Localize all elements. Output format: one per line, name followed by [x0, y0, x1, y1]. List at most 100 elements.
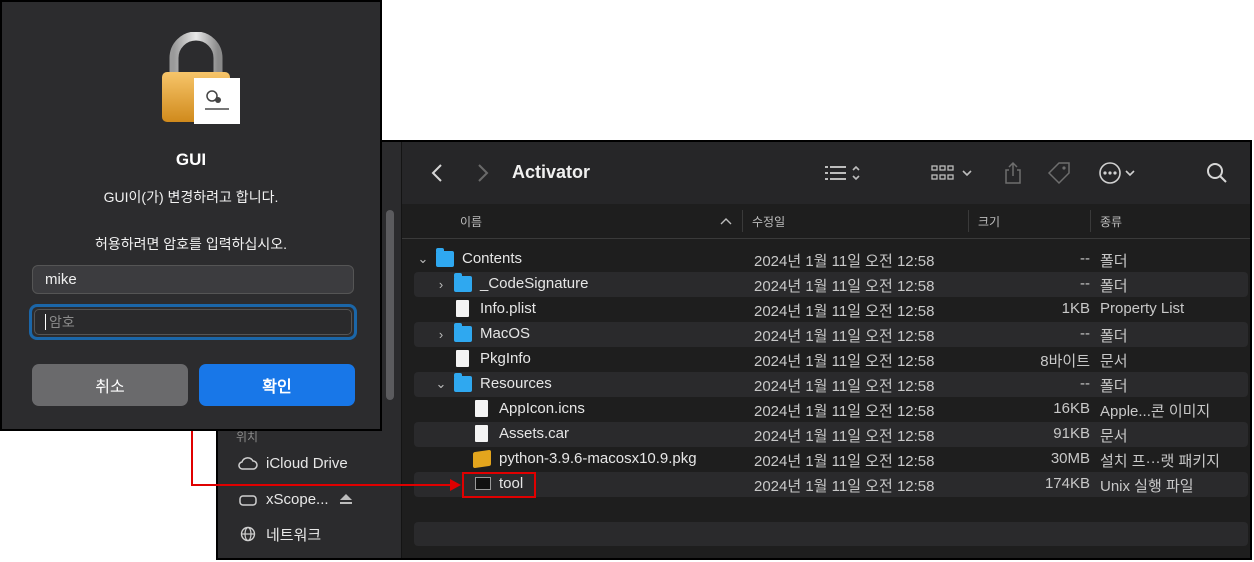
document-icon — [475, 425, 488, 442]
file-name: Resources — [480, 375, 552, 392]
document-icon — [456, 300, 469, 317]
file-size: 8바이트 — [1040, 353, 1090, 370]
share-icon — [1005, 161, 1021, 184]
column-header-size[interactable]: 크기 — [978, 204, 1000, 238]
file-kind: 문서 — [1100, 353, 1128, 370]
dialog-instruction: 허용하려면 암호를 입력하십시오. — [95, 236, 287, 252]
file-size: -- — [1080, 275, 1090, 292]
sidebar-item-icloud-drive[interactable]: iCloud Drive — [238, 450, 348, 476]
text-caret — [45, 314, 46, 330]
file-size: 1KB — [1061, 300, 1090, 317]
file-row-resources[interactable]: ⌄ Resources 2024년 1월 11일 오전 12:58 -- 폴더 — [414, 372, 1248, 397]
file-date: 2024년 1월 11일 오전 12:58 — [754, 453, 935, 470]
search-button[interactable] — [1202, 158, 1232, 188]
column-header-kind[interactable]: 종류 — [1100, 204, 1122, 238]
file-row-appicon[interactable]: AppIcon.icns 2024년 1월 11일 오전 12:58 16KB … — [414, 397, 1248, 422]
file-size: 16KB — [1053, 400, 1090, 417]
file-row-assets-car[interactable]: Assets.car 2024년 1월 11일 오전 12:58 91KB 문서 — [414, 422, 1248, 447]
arrow-head-icon — [450, 479, 461, 491]
file-date: 2024년 1월 11일 오전 12:58 — [754, 328, 935, 345]
eject-icon[interactable] — [339, 491, 355, 507]
package-icon — [473, 449, 491, 469]
file-kind: 설치 프···랫 패키지 — [1100, 453, 1220, 470]
search-icon — [1207, 163, 1227, 183]
file-name: MacOS — [480, 325, 531, 342]
file-name: _CodeSignature — [480, 275, 589, 292]
sidebar-item-xscope[interactable]: xScope... — [238, 486, 355, 512]
column-header-date[interactable]: 수정일 — [752, 204, 785, 238]
column-divider[interactable] — [1090, 210, 1091, 232]
column-divider[interactable] — [742, 210, 743, 232]
chevron-left-icon — [431, 164, 442, 182]
file-row-macos[interactable]: › MacOS 2024년 1월 11일 오전 12:58 -- 폴더 — [414, 322, 1248, 347]
chevron-right-icon[interactable]: › — [434, 325, 448, 343]
file-date: 2024년 1월 11일 오전 12:58 — [754, 378, 935, 395]
dialog-title: GUI — [175, 150, 207, 169]
column-header-name[interactable]: 이름 — [460, 204, 482, 238]
auth-dialog: GUI GUI이(가) 변경하려고 합니다. 허용하려면 암호를 입력하십시오.… — [0, 0, 382, 431]
file-name: AppIcon.icns — [499, 400, 585, 417]
lock-icon — [162, 32, 240, 124]
column-headers: 이름 수정일 크기 종류 — [402, 204, 1250, 239]
cancel-button[interactable]: 취소 — [32, 364, 188, 406]
file-name: Contents — [462, 250, 523, 267]
cloud-icon — [238, 453, 258, 473]
file-row-tool[interactable]: tool 2024년 1월 11일 오전 12:58 174KB Unix 실행… — [414, 472, 1248, 497]
chevron-down-icon[interactable]: ⌄ — [434, 375, 448, 393]
chevron-down-icon[interactable]: ⌄ — [416, 250, 430, 268]
username-field[interactable]: mike — [32, 265, 354, 294]
file-row-python-pkg[interactable]: python-3.9.6-macosx10.9.pkg 2024년 1월 11일… — [414, 447, 1248, 472]
file-name: PkgInfo — [480, 350, 531, 367]
file-kind: Unix 실행 파일 — [1100, 478, 1194, 495]
file-size: -- — [1080, 250, 1090, 267]
globe-icon — [238, 524, 258, 544]
grid-icon — [931, 165, 972, 180]
back-button[interactable] — [426, 158, 448, 188]
file-kind: 폴더 — [1100, 253, 1128, 270]
group-button[interactable] — [930, 158, 978, 188]
file-name: Info.plist — [480, 300, 536, 317]
chevron-right-icon[interactable]: › — [434, 275, 448, 293]
file-list: ⌄ Contents 2024년 1월 11일 오전 12:58 -- 폴더 ›… — [414, 247, 1248, 497]
file-kind: Apple...콘 이미지 — [1100, 403, 1211, 420]
dialog-message: GUI이(가) 변경하려고 합니다. — [103, 189, 279, 205]
sidebar-item-network[interactable]: 네트워크 — [238, 521, 321, 547]
view-list-button[interactable] — [820, 158, 870, 188]
highlight-box — [462, 472, 536, 498]
icon-file-icon — [475, 400, 488, 417]
tag-button[interactable] — [1044, 158, 1074, 188]
file-row-contents[interactable]: ⌄ Contents 2024년 1월 11일 오전 12:58 -- 폴더 — [414, 247, 1248, 272]
window-title: Activator — [512, 162, 591, 182]
toolbar: Activator — [402, 142, 1250, 205]
file-date: 2024년 1월 11일 오전 12:58 — [754, 478, 935, 495]
file-size: -- — [1080, 325, 1090, 342]
file-size: -- — [1080, 375, 1090, 392]
password-focus-ring: 암호 — [29, 304, 357, 340]
disk-icon — [238, 489, 258, 509]
file-size: 91KB — [1053, 425, 1090, 442]
password-placeholder: 암호 — [49, 314, 75, 330]
file-date: 2024년 1월 11일 오전 12:58 — [754, 428, 935, 445]
column-divider[interactable] — [968, 210, 969, 232]
file-kind: 폴더 — [1100, 278, 1128, 295]
folder-icon — [454, 323, 472, 342]
document-icon — [456, 350, 469, 367]
file-row-info-plist[interactable]: Info.plist 2024년 1월 11일 오전 12:58 1KB Pro… — [414, 297, 1248, 322]
file-name: python-3.9.6-macosx10.9.pkg — [499, 450, 697, 467]
file-row-codesignature[interactable]: › _CodeSignature 2024년 1월 11일 오전 12:58 -… — [414, 272, 1248, 297]
annotation-arrow-line — [191, 484, 453, 486]
password-field[interactable]: 암호 — [34, 309, 352, 335]
file-date: 2024년 1월 11일 오전 12:58 — [754, 353, 935, 370]
tag-icon — [1047, 162, 1070, 185]
chevron-right-icon — [478, 164, 489, 182]
sidebar-item-label: xScope... — [266, 490, 329, 508]
forward-button[interactable] — [472, 158, 494, 188]
file-size: 30MB — [1050, 450, 1090, 467]
file-row-pkginfo[interactable]: PkgInfo 2024년 1월 11일 오전 12:58 8바이트 문서 — [414, 347, 1248, 372]
more-actions-button[interactable] — [1096, 158, 1144, 188]
sidebar-scrollbar[interactable] — [386, 210, 394, 400]
share-button[interactable] — [1000, 158, 1026, 188]
empty-row — [414, 522, 1248, 546]
ok-button[interactable]: 확인 — [199, 364, 355, 406]
file-date: 2024년 1월 11일 오전 12:58 — [754, 403, 935, 420]
